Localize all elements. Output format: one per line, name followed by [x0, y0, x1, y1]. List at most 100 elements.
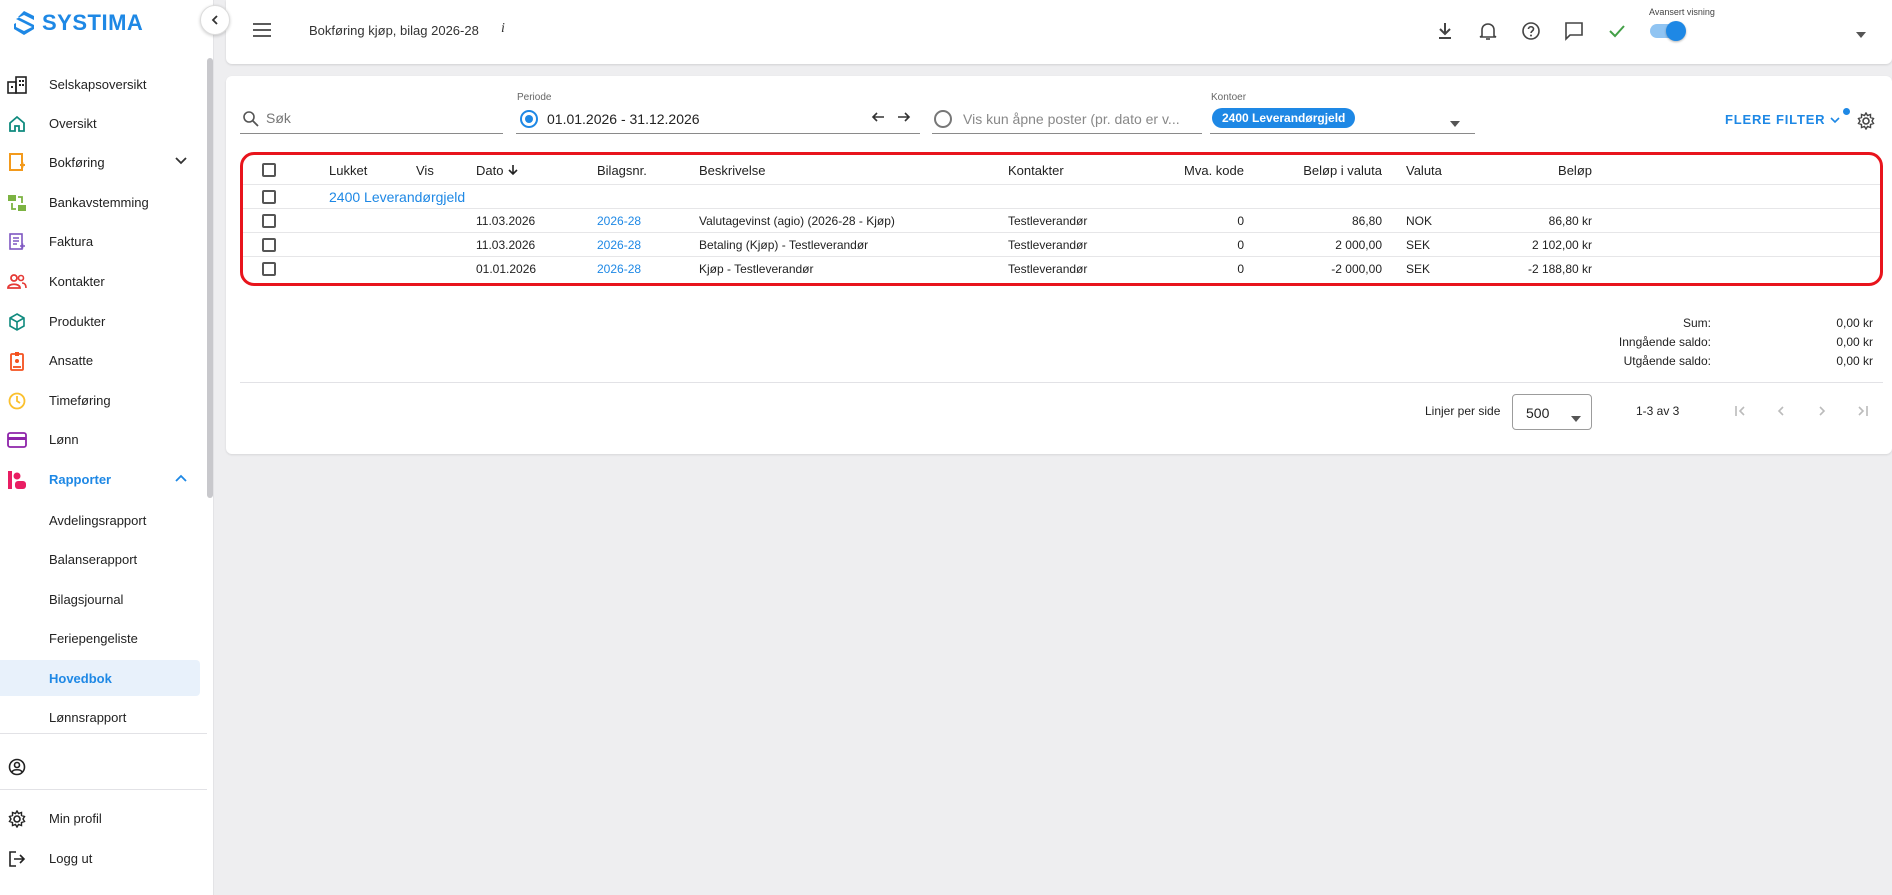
sidebar-item-oversikt[interactable]: Oversikt [0, 105, 200, 141]
notifications-button[interactable] [1476, 19, 1500, 43]
row-checkbox[interactable] [262, 262, 276, 276]
sidebar-subitem-bilagsjournal[interactable]: Bilagsjournal [0, 581, 200, 617]
sidebar-item-label: Faktura [49, 233, 94, 249]
rows-per-page-select[interactable]: 500 [1512, 394, 1592, 430]
open-posts-radio[interactable] [934, 110, 952, 128]
help-button[interactable] [1519, 19, 1543, 43]
sidebar-item-selskapsoversikt[interactable]: Selskapsoversikt [0, 66, 200, 102]
period-prev-button[interactable] [871, 110, 885, 127]
accounts-select[interactable]: 2400 Leverandørgjeld [1210, 106, 1475, 134]
toggle-knob [1666, 21, 1686, 41]
sidebar-subitem-hovedbok[interactable]: Hovedbok [0, 660, 200, 696]
sidebar-item-label: Selskapsoversikt [49, 76, 147, 92]
row-checkbox[interactable] [262, 214, 276, 228]
menu-button[interactable] [252, 21, 272, 44]
table-row: 01.01.2026 2026-28 Kjøp - Testleverandør… [243, 257, 1880, 281]
first-page-button[interactable] [1731, 401, 1751, 421]
sidebar-subitem-lonnsrapport[interactable]: Lønnsrapport [0, 699, 200, 735]
last-page-button[interactable] [1852, 401, 1872, 421]
sidebar-item-rapporter[interactable]: Rapporter [0, 461, 200, 497]
cell-beskrivelse: Kjøp - Testleverandør [699, 262, 814, 276]
col-header-lukket[interactable]: Lukket [329, 163, 367, 178]
row-checkbox[interactable] [262, 190, 276, 204]
period-next-button[interactable] [897, 110, 911, 127]
arrow-right-icon [898, 112, 911, 122]
sidebar-item-label: Bankavstemming [49, 194, 149, 210]
payroll-icon [6, 429, 28, 451]
next-page-button[interactable] [1812, 401, 1832, 421]
table-settings-button[interactable] [1857, 111, 1875, 135]
advanced-view-toggle[interactable] [1650, 21, 1686, 41]
col-header-dato[interactable]: Dato [476, 163, 519, 178]
sidebar-item-label: Min profil [49, 810, 102, 826]
sidebar-item-timeforing[interactable]: Timeføring [0, 382, 200, 418]
search-input[interactable] [266, 110, 496, 126]
row-checkbox[interactable] [262, 238, 276, 252]
col-header-belop[interactable]: Beløp [1493, 163, 1592, 178]
sidebar-item-kontakter[interactable]: Kontakter [0, 263, 200, 299]
more-filters-label: FLERE FILTER [1725, 112, 1826, 127]
cell-belop-valuta: 86,80 [1351, 214, 1382, 228]
sidebar-item-logg-ut[interactable]: Logg ut [0, 840, 200, 876]
col-header-dato-label: Dato [476, 163, 504, 178]
sidebar-item-ansatte[interactable]: Ansatte [0, 342, 200, 378]
search-icon [242, 110, 260, 133]
cell-beskrivelse: Valutagevinst (agio) (2026-28 - Kjøp) [699, 214, 895, 228]
col-header-belop-valuta[interactable]: Beløp i valuta [1263, 163, 1382, 178]
brand-logo[interactable]: SYSTIMA [12, 10, 143, 36]
closing-balance-value: 0,00 kr [1836, 354, 1873, 368]
col-header-bilagsnr[interactable]: Bilagsnr. [597, 163, 647, 178]
col-header-kontakter[interactable]: Kontakter [1008, 163, 1064, 178]
cell-belop: 2 102,00 kr [1531, 238, 1592, 252]
account-menu-dropdown[interactable] [1856, 25, 1866, 43]
sidebar-item-bankavstemming[interactable]: Bankavstemming [0, 184, 200, 220]
open-posts-filter[interactable]: Vis kun åpne poster (pr. dato er v... [932, 106, 1202, 134]
cell-bilagsnr-link[interactable]: 2026-28 [597, 262, 641, 276]
more-filters-button[interactable]: FLERE FILTER [1725, 112, 1840, 127]
sidebar-subitem-feriepengeliste[interactable]: Feriepengeliste [0, 620, 200, 656]
products-icon [6, 311, 28, 333]
logout-icon [6, 848, 28, 870]
user-avatar-button[interactable] [0, 748, 200, 784]
prev-page-button[interactable] [1771, 401, 1791, 421]
col-header-valuta[interactable]: Valuta [1406, 163, 1442, 178]
table-row: 11.03.2026 2026-28 Valutagevinst (agio) … [243, 209, 1880, 233]
sidebar-item-label: Logg ut [49, 850, 93, 866]
cell-bilagsnr-link[interactable]: 2026-28 [597, 238, 641, 252]
sidebar-item-lonn[interactable]: Lønn [0, 421, 200, 457]
sidebar-scrollbar[interactable] [207, 58, 213, 498]
sidebar-subitem-balanserapport[interactable]: Balanserapport [0, 541, 200, 577]
sidebar: SYSTIMA Selskapsoversikt Oversikt Bokfør… [0, 0, 214, 895]
period-radio[interactable] [520, 110, 538, 128]
account-chip[interactable]: 2400 Leverandørgjeld [1212, 108, 1356, 128]
caret-down-icon [1450, 114, 1460, 132]
hamburger-icon [253, 23, 271, 37]
feedback-button[interactable] [1562, 19, 1586, 43]
sidebar-item-faktura[interactable]: Faktura [0, 223, 200, 259]
col-header-vis[interactable]: Vis [416, 163, 434, 178]
rows-per-page-value: 500 [1526, 405, 1550, 421]
gear-icon [6, 808, 28, 830]
caret-down-icon [1571, 409, 1581, 427]
sidebar-item-bokforing[interactable]: Bokføring [0, 144, 200, 180]
download-button[interactable] [1433, 19, 1457, 43]
sidebar-item-label: Hovedbok [49, 671, 112, 686]
group-account-link[interactable]: 2400 Leverandørgjeld [329, 189, 465, 205]
sidebar-collapse-button[interactable] [200, 5, 230, 35]
sidebar-item-label: Avdelingsrapport [49, 513, 147, 528]
sidebar-subitem-avdelingsrapport[interactable]: Avdelingsrapport [0, 502, 200, 538]
status-ok-button[interactable] [1605, 19, 1629, 43]
col-header-beskrivelse[interactable]: Beskrivelse [699, 163, 765, 178]
period-value: 01.01.2026 - 31.12.2026 [547, 111, 700, 127]
sidebar-item-min-profil[interactable]: Min profil [0, 800, 200, 836]
col-header-mva[interactable]: Mva. kode [1143, 163, 1244, 178]
search-field[interactable] [240, 106, 503, 134]
period-field[interactable]: 01.01.2026 - 31.12.2026 [516, 106, 920, 134]
table-row: 11.03.2026 2026-28 Betaling (Kjøp) - Tes… [243, 233, 1880, 257]
info-icon[interactable]: i [501, 21, 505, 37]
sidebar-item-produkter[interactable]: Produkter [0, 303, 200, 339]
select-all-checkbox[interactable] [262, 163, 276, 177]
sidebar-item-label: Kontakter [49, 273, 105, 289]
cell-dato: 01.01.2026 [476, 262, 537, 276]
cell-bilagsnr-link[interactable]: 2026-28 [597, 214, 641, 228]
